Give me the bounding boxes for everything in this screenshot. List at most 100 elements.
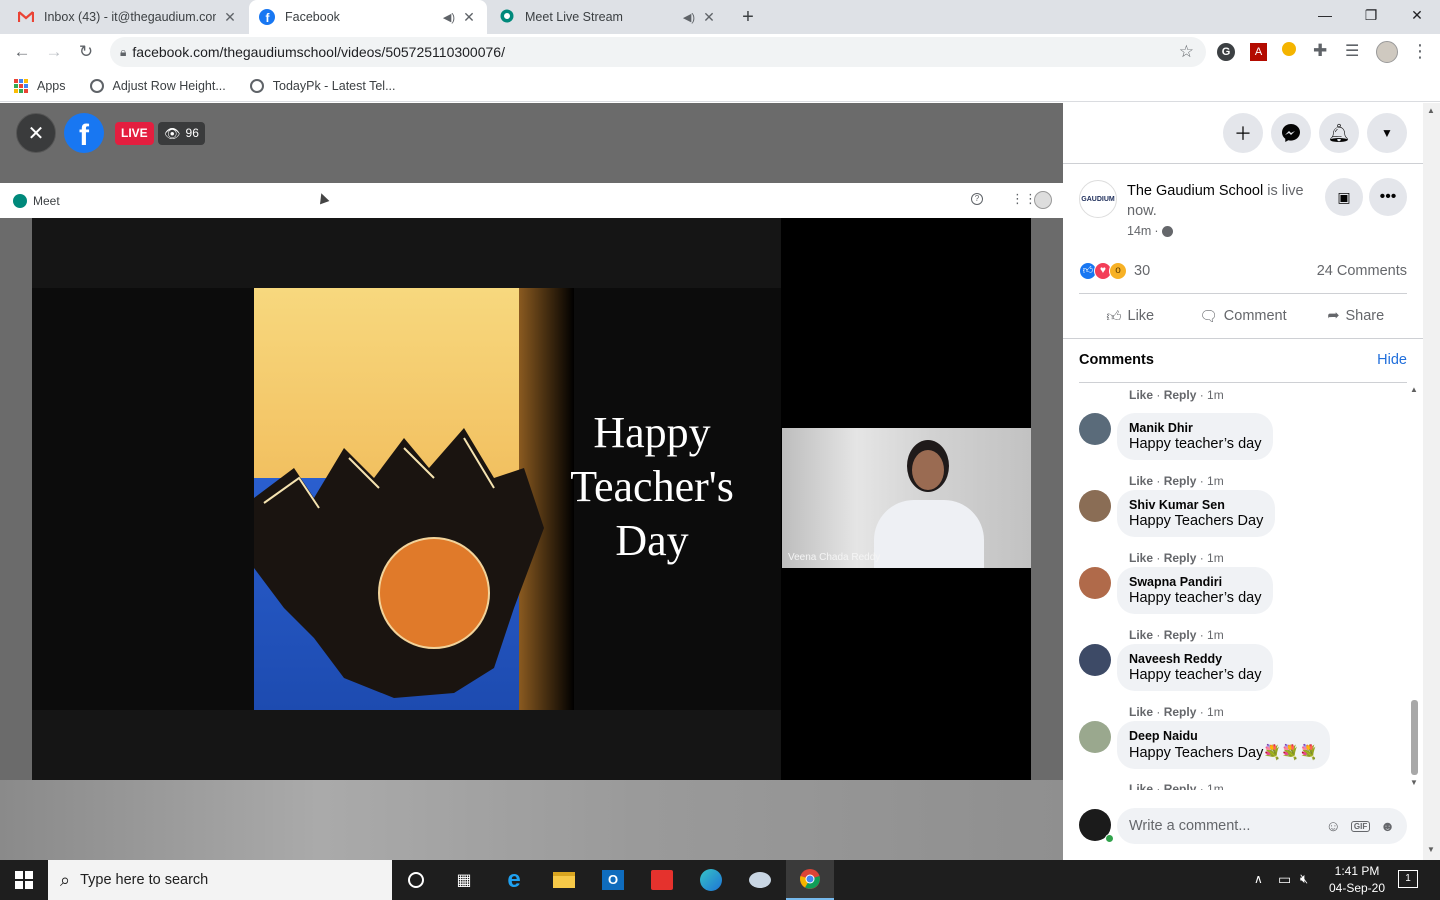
page-avatar[interactable]: GAUDIUM: [1079, 180, 1117, 218]
tab-facebook[interactable]: f Facebook ◀) ✕: [249, 0, 487, 34]
create-button[interactable]: ＋: [1223, 113, 1263, 153]
slide-title: Happy Teacher's Day: [532, 406, 772, 568]
meet-avatar[interactable]: [1034, 191, 1052, 209]
comments-scrollbar[interactable]: ▲ ▼: [1408, 385, 1420, 790]
commenter-name[interactable]: Naveesh Reddy: [1129, 652, 1261, 666]
windows-start-button[interactable]: [0, 860, 48, 900]
comment-like-link[interactable]: Like: [1129, 551, 1153, 565]
network-icon[interactable]: ▭: [1278, 871, 1291, 888]
cortana-icon[interactable]: [392, 860, 440, 900]
comment-like-link[interactable]: Like: [1129, 388, 1153, 402]
address-bar[interactable]: 🔒︎ facebook.com/thegaudiumschool/videos/…: [110, 37, 1206, 67]
more-options-icon[interactable]: •••: [1369, 178, 1407, 216]
back-button[interactable]: ←: [10, 40, 34, 64]
comment-reply-link[interactable]: Reply: [1164, 705, 1197, 719]
gif-icon[interactable]: GIF: [1350, 820, 1371, 832]
facebook-logo-icon[interactable]: f: [64, 113, 104, 153]
bookmark-star-icon[interactable]: ☆: [1179, 42, 1194, 62]
close-video-button[interactable]: ✕: [16, 113, 56, 153]
close-tab-icon[interactable]: ✕: [222, 9, 238, 26]
pdf-extension-icon[interactable]: A: [1250, 43, 1267, 61]
comment-like-link[interactable]: Like: [1129, 474, 1153, 488]
scrollbar-thumb[interactable]: [1411, 700, 1418, 775]
comment-reply-link[interactable]: Reply: [1164, 782, 1197, 790]
action-center-icon[interactable]: 1: [1398, 870, 1418, 888]
commenter-name[interactable]: Manik Dhir: [1129, 421, 1261, 435]
viewer-count-badge: 👁︎ 96: [158, 122, 205, 145]
tab-gmail[interactable]: Inbox (43) - it@thegaudium.com ✕: [8, 0, 248, 34]
write-comment-input[interactable]: Write a comment... ☺ GIF ☻: [1117, 808, 1407, 844]
comment-reply-link[interactable]: Reply: [1164, 551, 1197, 565]
grammarly-extension-icon[interactable]: G: [1217, 43, 1235, 61]
speaker-icon[interactable]: ◀): [443, 11, 455, 24]
edge-icon[interactable]: [687, 860, 735, 900]
comment-reply-link[interactable]: Reply: [1164, 474, 1197, 488]
commenter-name[interactable]: Swapna Pandiri: [1129, 575, 1261, 589]
speaker-icon[interactable]: ◀): [683, 11, 695, 24]
save-post-icon[interactable]: ▣: [1325, 178, 1363, 216]
commenter-avatar[interactable]: [1079, 567, 1111, 599]
sticker-icon[interactable]: ☻: [1380, 818, 1395, 834]
comment-time: 1m: [1207, 705, 1224, 719]
emoji-icon[interactable]: ☺: [1326, 818, 1341, 835]
forward-button[interactable]: →: [42, 40, 66, 64]
taskbar-search-box[interactable]: ⌕ Type here to search: [48, 860, 392, 900]
commenter-avatar[interactable]: [1079, 413, 1111, 445]
show-hidden-icons[interactable]: ∧: [1254, 872, 1263, 886]
like-button[interactable]: 👍︎ Like: [1079, 297, 1182, 335]
messenger-icon[interactable]: [1271, 113, 1311, 153]
profile-avatar[interactable]: [1376, 41, 1398, 63]
chrome-taskbar-icon[interactable]: [786, 860, 834, 900]
commenter-name[interactable]: Shiv Kumar Sen: [1129, 498, 1263, 512]
bookmark-apps[interactable]: Apps: [14, 78, 66, 93]
comment-like-link[interactable]: Like: [1129, 705, 1153, 719]
reactions-summary[interactable]: 👍︎ ♥ o 30: [1079, 262, 1150, 280]
task-view-icon[interactable]: ▦: [440, 860, 488, 900]
anydesk-icon[interactable]: [638, 860, 686, 900]
extensions-puzzle-icon[interactable]: ✚: [1313, 41, 1327, 61]
commenter-avatar[interactable]: [1079, 721, 1111, 753]
reload-button[interactable]: ↻: [74, 40, 98, 64]
page-name-link[interactable]: The Gaudium School: [1127, 183, 1263, 199]
commenter-avatar[interactable]: [1079, 490, 1111, 522]
comment-bubble: Shiv Kumar Sen Happy Teachers Day: [1117, 490, 1276, 537]
commenter-avatar[interactable]: [1079, 644, 1111, 676]
media-control-icon[interactable]: ☰: [1345, 41, 1359, 61]
lightbulb-extension-icon[interactable]: [1282, 42, 1296, 56]
account-menu-icon[interactable]: ▼: [1367, 113, 1407, 153]
comment-bubble-icon: 🗨︎: [1199, 308, 1218, 325]
post-time[interactable]: 14m: [1127, 224, 1151, 238]
new-tab-button[interactable]: +: [737, 6, 759, 28]
page-scrollbar[interactable]: ▲ ▼: [1423, 103, 1440, 860]
system-clock[interactable]: 1:41 PM 04-Sep-20: [1327, 863, 1387, 897]
maximize-button[interactable]: ❐: [1348, 0, 1394, 30]
chrome-menu-icon[interactable]: ⋮: [1411, 41, 1429, 62]
bookmark-todaypk[interactable]: TodayPk - Latest Tel...: [249, 78, 396, 93]
volume-muted-icon[interactable]: 🔇︎: [1300, 871, 1308, 887]
internet-explorer-icon[interactable]: e: [490, 860, 538, 900]
thumbs-up-icon: 👍︎: [1106, 309, 1122, 325]
close-tab-icon[interactable]: ✕: [461, 9, 477, 26]
bookmark-adjust-row-height[interactable]: Adjust Row Height...: [89, 78, 226, 93]
commenter-name[interactable]: Deep Naidu: [1129, 729, 1318, 743]
comment-like-link[interactable]: Like: [1129, 782, 1153, 790]
comment-text: Happy Teachers Day💐💐💐: [1129, 745, 1318, 761]
minimize-button[interactable]: ―: [1302, 0, 1348, 30]
tab-meet-live-stream[interactable]: Meet Live Stream ◀) ✕: [489, 0, 727, 34]
comment-time: 1m: [1207, 474, 1224, 488]
help-icon[interactable]: ?: [971, 193, 983, 205]
post-meta: 14m ·: [1127, 224, 1173, 238]
share-button[interactable]: ➦ Share: [1305, 297, 1408, 335]
close-tab-icon[interactable]: ✕: [701, 9, 717, 26]
comment-like-link[interactable]: Like: [1129, 628, 1153, 642]
file-explorer-icon[interactable]: [540, 860, 588, 900]
comment-button[interactable]: 🗨︎ Comment: [1182, 297, 1305, 335]
notifications-bell-icon[interactable]: 🔔︎: [1319, 113, 1359, 153]
snipping-tool-icon[interactable]: [736, 860, 784, 900]
comment-reply-link[interactable]: Reply: [1164, 628, 1197, 642]
comment-reply-link[interactable]: Reply: [1164, 388, 1197, 402]
outlook-icon[interactable]: O: [589, 860, 637, 900]
hide-comments-link[interactable]: Hide: [1377, 352, 1407, 368]
comments-count[interactable]: 24 Comments: [1317, 263, 1407, 279]
close-window-button[interactable]: ✕: [1394, 0, 1440, 30]
